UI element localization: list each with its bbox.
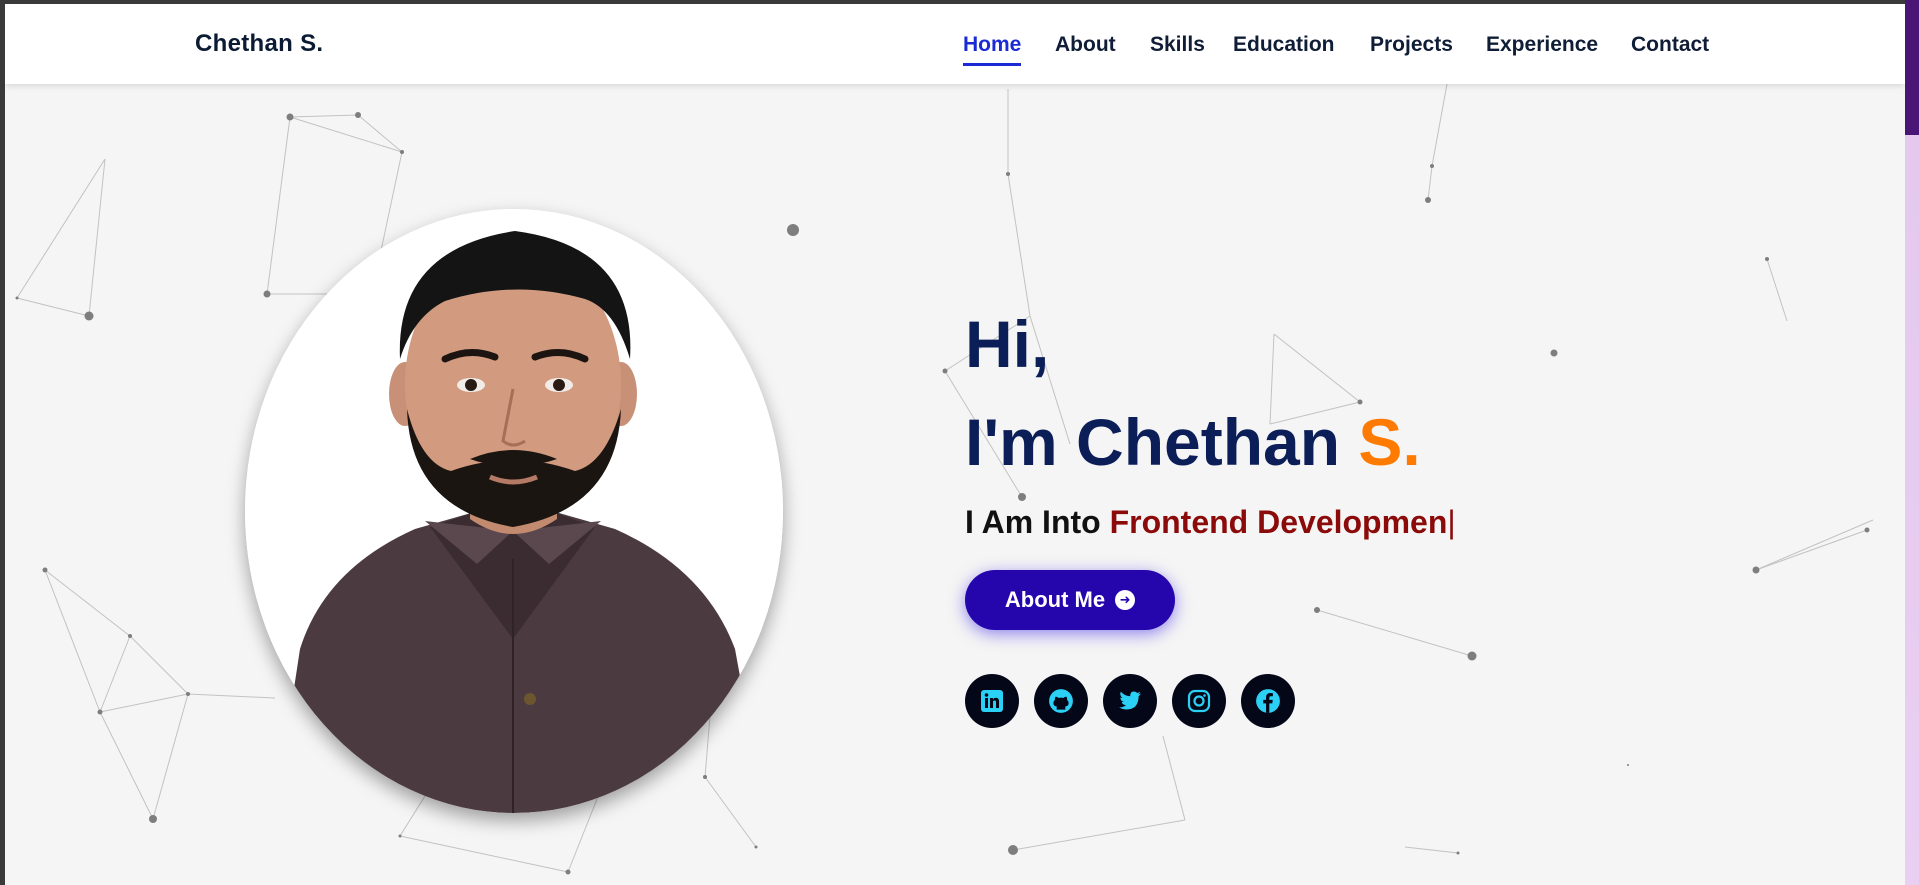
hero-tagline: I Am Into Frontend Developmen|: [965, 504, 1456, 541]
arrow-down-circle-icon: ➜: [1115, 590, 1136, 610]
hero-name-accent: S.: [1358, 405, 1421, 479]
about-me-button-label: About Me: [1004, 587, 1106, 612]
typing-cursor: |: [1447, 504, 1456, 540]
nav-link-experience[interactable]: Experience: [1486, 33, 1598, 57]
nav-link-projects[interactable]: Projects: [1370, 33, 1453, 57]
facebook-icon[interactable]: [1241, 674, 1295, 728]
hero-name: I'm Chethan S.: [965, 402, 1421, 482]
nav-link-home[interactable]: Home: [963, 33, 1022, 66]
nav-links: Home About Skills Education Projects Exp…: [5, 4, 1905, 84]
profile-portrait-image: [245, 209, 783, 813]
about-me-button[interactable]: About Me ➜: [965, 570, 1175, 630]
tagline-prefix: I Am Into: [965, 504, 1110, 540]
top-navbar: Chethan S. Home About Skills Education P…: [5, 4, 1905, 84]
page-viewport: Chethan S. Home About Skills Education P…: [5, 4, 1905, 885]
instagram-icon[interactable]: [1172, 674, 1226, 728]
twitter-icon[interactable]: [1103, 674, 1157, 728]
nav-link-education[interactable]: Education: [1233, 33, 1335, 57]
hero-name-intro: I'm Chethan: [965, 405, 1359, 479]
nav-link-about[interactable]: About: [1055, 33, 1116, 57]
profile-photo: [245, 209, 783, 813]
nav-link-contact[interactable]: Contact: [1631, 33, 1709, 57]
tagline-typed-text: Frontend Developmen: [1109, 504, 1448, 540]
linkedin-icon[interactable]: [965, 674, 1019, 728]
nav-link-skills[interactable]: Skills: [1150, 33, 1205, 57]
hero-greeting: Hi,: [965, 307, 1050, 381]
github-icon[interactable]: [1034, 674, 1088, 728]
right-edge-strip: [1905, 0, 1919, 885]
